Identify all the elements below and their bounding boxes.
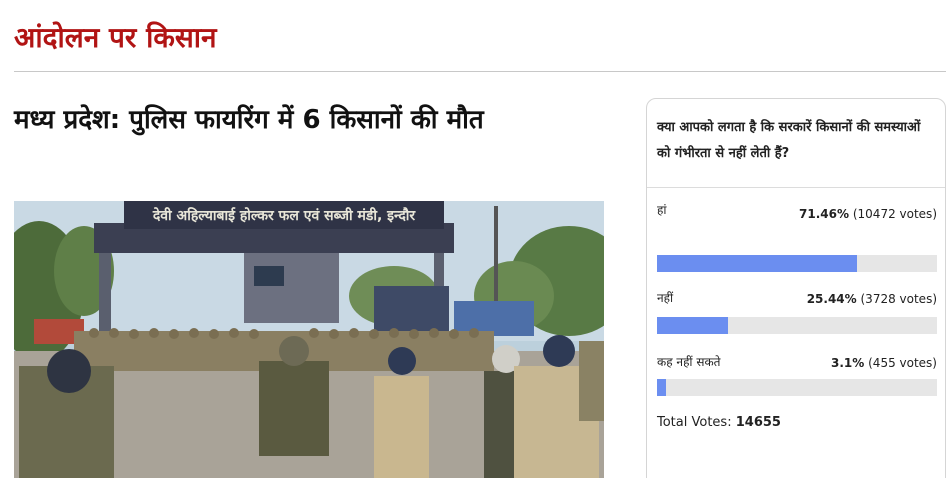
article-headline[interactable]: मध्य प्रदेश: पुलिस फायरिंग में 6 किसानों… — [14, 98, 594, 143]
poll-option-label: हां — [657, 203, 667, 217]
section-title[interactable]: आंदोलन पर किसान — [14, 18, 217, 56]
opinion-poll: क्या आपको लगता है कि सरकारें किसानों की … — [646, 98, 946, 478]
poll-total-value: 14655 — [735, 415, 781, 430]
article-photo[interactable]: देवी अहिल्याबाई होल्कर फल एवं सब्जी मंडी… — [14, 201, 604, 478]
poll-option-label: नहीं — [657, 291, 674, 305]
poll-total-votes: Total Votes: 14655 — [657, 415, 781, 430]
poll-option-votes: (10472 votes) — [852, 207, 937, 221]
poll-option-stat: 3.1% (455 votes) — [767, 353, 937, 373]
poll-option-label: कह नहीं सकते — [657, 355, 721, 369]
poll-divider — [647, 187, 945, 188]
poll-question: क्या आपको लगता है कि सरकारें किसानों की … — [657, 120, 921, 161]
poll-bar-fill — [657, 317, 729, 334]
poll-bar-fill — [657, 379, 666, 396]
poll-bar-track — [657, 317, 937, 334]
poll-bar-track — [657, 379, 937, 396]
section-divider — [14, 71, 946, 72]
poll-option-stat: 71.46% (10472 votes) — [767, 201, 937, 227]
poll-option-percent: 25.44% — [806, 292, 857, 306]
poll-total-label: Total Votes: — [657, 415, 732, 430]
gate-sign-text: देवी अहिल्याबाई होल्कर फल एवं सब्जी मंडी… — [152, 207, 417, 224]
poll-option-votes: (3728 votes) — [860, 292, 938, 306]
poll-bar-fill — [657, 255, 858, 272]
poll-option-percent: 3.1% — [831, 356, 865, 370]
poll-option-percent: 71.46% — [799, 207, 850, 221]
poll-option-votes: (455 votes) — [868, 356, 937, 370]
poll-option-stat: 25.44% (3728 votes) — [767, 289, 937, 309]
poll-bar-track — [657, 255, 937, 272]
